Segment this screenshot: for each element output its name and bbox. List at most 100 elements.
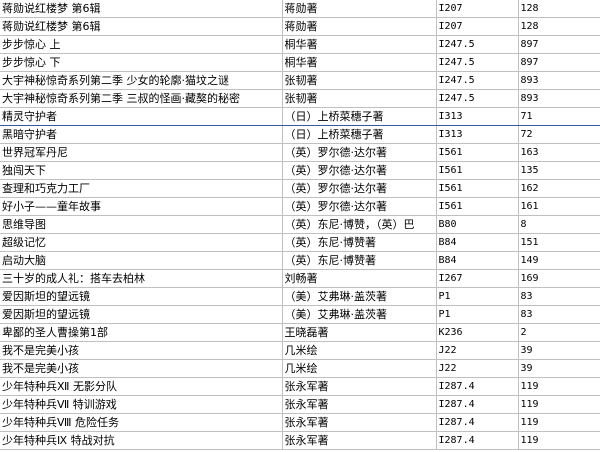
table-row[interactable]: 少年特种兵Ⅻ 无影分队 张永军著 I287.4 119 bbox=[0, 377, 600, 396]
cell-title[interactable]: 少年特种兵Ⅷ 危险任务 bbox=[0, 413, 283, 432]
cell-call-number[interactable]: B84 bbox=[436, 251, 519, 270]
table-row[interactable]: 精灵守护者 （日）上桥菜穗子著 I313 71 bbox=[0, 107, 600, 126]
cell-call-number[interactable]: I313 bbox=[436, 107, 519, 126]
cell-call-number[interactable]: P1 bbox=[436, 305, 519, 324]
cell-title[interactable]: 世界冠军丹尼 bbox=[0, 143, 283, 162]
cell-call-number[interactable]: I561 bbox=[436, 197, 519, 216]
cell-title[interactable]: 少年特种兵Ⅶ 特训游戏 bbox=[0, 395, 283, 414]
table-row[interactable]: 启动大脑 （英）东尼·博赞著 B84 149 bbox=[0, 251, 600, 270]
cell-author[interactable]: （英）东尼·博赞著 bbox=[282, 251, 437, 270]
cell-number[interactable]: 149 bbox=[518, 251, 600, 270]
cell-number[interactable]: 162 bbox=[518, 179, 600, 198]
cell-title[interactable]: 查理和巧克力工厂 bbox=[0, 179, 283, 198]
cell-title[interactable]: 黑暗守护者 bbox=[0, 125, 283, 144]
table-row[interactable]: 查理和巧克力工厂 （英）罗尔德·达尔著 I561 162 bbox=[0, 179, 600, 198]
cell-title[interactable]: 超级记忆 bbox=[0, 233, 283, 252]
cell-title[interactable]: 步步惊心 上 bbox=[0, 35, 283, 54]
cell-call-number[interactable]: K236 bbox=[436, 323, 519, 342]
cell-author[interactable]: 几米绘 bbox=[282, 359, 437, 378]
cell-author[interactable]: 桐华著 bbox=[282, 35, 437, 54]
cell-number[interactable]: 893 bbox=[518, 71, 600, 90]
cell-call-number[interactable]: P1 bbox=[436, 287, 519, 306]
cell-title[interactable]: 思维导图 bbox=[0, 215, 283, 234]
table-row[interactable]: 爱因斯坦的望远镜 （美）艾弗琳·盖茨著 P1 83 bbox=[0, 305, 600, 324]
cell-author[interactable]: （英）东尼·博赞著 bbox=[282, 233, 437, 252]
table-row[interactable]: 我不是完美小孩 几米绘 J22 39 bbox=[0, 359, 600, 378]
cell-number[interactable]: 128 bbox=[518, 0, 600, 18]
cell-author[interactable]: （英）罗尔德·达尔著 bbox=[282, 161, 437, 180]
table-row[interactable]: 黑暗守护者 （日）上桥菜穗子著 I313 72 bbox=[0, 125, 600, 144]
cell-title[interactable]: 好小子——童年故事 bbox=[0, 197, 283, 216]
cell-title[interactable]: 卑鄙的圣人曹操第1部 bbox=[0, 323, 283, 342]
table-row[interactable]: 大宇神秘惊奇系列第二季 少女的轮廓·猫坟之谜 张韧著 I247.5 893 bbox=[0, 71, 600, 90]
cell-author[interactable]: （美）艾弗琳·盖茨著 bbox=[282, 287, 437, 306]
cell-title[interactable]: 我不是完美小孩 bbox=[0, 341, 283, 360]
table-row[interactable]: 大宇神秘惊奇系列第二季 三叔的怪画·藏獒的秘密 张韧著 I247.5 893 bbox=[0, 89, 600, 108]
cell-title[interactable]: 精灵守护者 bbox=[0, 107, 283, 126]
cell-number[interactable]: 83 bbox=[518, 305, 600, 324]
cell-author[interactable]: （英）罗尔德·达尔著 bbox=[282, 179, 437, 198]
cell-author[interactable]: （英）罗尔德·达尔著 bbox=[282, 143, 437, 162]
cell-title[interactable]: 独闯天下 bbox=[0, 161, 283, 180]
table-row[interactable]: 我不是完美小孩 几米绘 J22 39 bbox=[0, 341, 600, 360]
cell-call-number[interactable]: B80 bbox=[436, 215, 519, 234]
cell-number[interactable]: 72 bbox=[518, 125, 600, 144]
cell-title[interactable]: 蒋勋说红楼梦 第6辑 bbox=[0, 17, 283, 36]
cell-call-number[interactable]: I287.4 bbox=[436, 395, 519, 414]
table-row[interactable]: 少年特种兵Ⅸ 特战对抗 张永军著 I287.4 119 bbox=[0, 431, 600, 450]
cell-author[interactable]: （日）上桥菜穗子著 bbox=[282, 125, 437, 144]
table-row[interactable]: 好小子——童年故事 （英）罗尔德·达尔著 I561 161 bbox=[0, 197, 600, 216]
cell-title[interactable]: 启动大脑 bbox=[0, 251, 283, 270]
cell-number[interactable]: 8 bbox=[518, 215, 600, 234]
table-row[interactable]: 卑鄙的圣人曹操第1部 王晓磊著 K236 2 bbox=[0, 323, 600, 342]
cell-call-number[interactable]: I313 bbox=[436, 125, 519, 144]
table-row[interactable]: 蒋勋说红楼梦 第6辑 蒋勋著 I207 128 bbox=[0, 17, 600, 36]
cell-number[interactable]: 119 bbox=[518, 413, 600, 432]
cell-number[interactable]: 119 bbox=[518, 395, 600, 414]
table-row[interactable]: 少年特种兵Ⅶ 特训游戏 张永军著 I287.4 119 bbox=[0, 395, 600, 414]
table-row[interactable]: 蒋勋说红楼梦 第6辑 蒋勋著 I207 128 bbox=[0, 0, 600, 18]
cell-author[interactable]: 刘畅著 bbox=[282, 269, 437, 288]
cell-number[interactable]: 119 bbox=[518, 377, 600, 396]
cell-call-number[interactable]: I561 bbox=[436, 179, 519, 198]
table-row[interactable]: 步步惊心 上桐华著 I247.5 897 bbox=[0, 35, 600, 54]
cell-author[interactable]: 几米绘 bbox=[282, 341, 437, 360]
table-row[interactable]: 少年特种兵Ⅷ 危险任务 张永军著 I287.4 119 bbox=[0, 413, 600, 432]
cell-number[interactable]: 893 bbox=[518, 89, 600, 108]
cell-number[interactable]: 135 bbox=[518, 161, 600, 180]
cell-call-number[interactable]: I247.5 bbox=[436, 53, 519, 72]
cell-call-number[interactable]: I287.4 bbox=[436, 431, 519, 450]
cell-call-number[interactable]: J22 bbox=[436, 359, 519, 378]
cell-call-number[interactable]: I561 bbox=[436, 161, 519, 180]
cell-call-number[interactable]: I561 bbox=[436, 143, 519, 162]
cell-number[interactable]: 71 bbox=[518, 107, 600, 126]
cell-number[interactable]: 128 bbox=[518, 17, 600, 36]
cell-author[interactable]: （英）罗尔德·达尔著 bbox=[282, 197, 437, 216]
cell-title[interactable]: 少年特种兵Ⅸ 特战对抗 bbox=[0, 431, 283, 450]
cell-title[interactable]: 爱因斯坦的望远镜 bbox=[0, 287, 283, 306]
cell-number[interactable]: 83 bbox=[518, 287, 600, 306]
cell-call-number[interactable]: J22 bbox=[436, 341, 519, 360]
cell-number[interactable]: 119 bbox=[518, 431, 600, 450]
cell-title[interactable]: 我不是完美小孩 bbox=[0, 359, 283, 378]
cell-author[interactable]: 王晓磊著 bbox=[282, 323, 437, 342]
table-row[interactable]: 独闯天下 （英）罗尔德·达尔著 I561 135 bbox=[0, 161, 600, 180]
cell-call-number[interactable]: I267 bbox=[436, 269, 519, 288]
cell-call-number[interactable]: I247.5 bbox=[436, 89, 519, 108]
cell-author[interactable]: 蒋勋著 bbox=[282, 0, 437, 18]
cell-title[interactable]: 步步惊心 下 bbox=[0, 53, 283, 72]
cell-author[interactable]: 张永军著 bbox=[282, 377, 437, 396]
cell-number[interactable]: 897 bbox=[518, 35, 600, 54]
table-row[interactable]: 世界冠军丹尼 （英）罗尔德·达尔著 I561 163 bbox=[0, 143, 600, 162]
table-row[interactable]: 三十岁的成人礼：搭车去柏林 刘畅著 I267 169 bbox=[0, 269, 600, 288]
cell-call-number[interactable]: I287.4 bbox=[436, 413, 519, 432]
cell-author[interactable]: （美）艾弗琳·盖茨著 bbox=[282, 305, 437, 324]
cell-number[interactable]: 39 bbox=[518, 359, 600, 378]
table-row[interactable]: 思维导图 （英）东尼·博赞，（英）巴 B80 8 bbox=[0, 215, 600, 234]
table-row[interactable]: 超级记忆 （英）东尼·博赞著 B84 151 bbox=[0, 233, 600, 252]
cell-author[interactable]: 张永军著 bbox=[282, 395, 437, 414]
cell-number[interactable]: 39 bbox=[518, 341, 600, 360]
cell-author[interactable]: （英）东尼·博赞，（英）巴 bbox=[282, 215, 437, 234]
cell-author[interactable]: 张永军著 bbox=[282, 431, 437, 450]
cell-number[interactable]: 2 bbox=[518, 323, 600, 342]
